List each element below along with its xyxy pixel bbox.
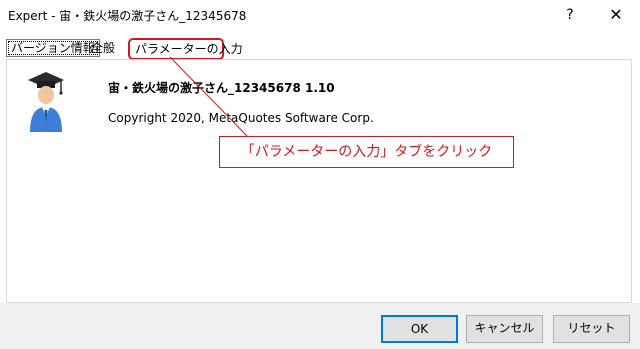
tab-general[interactable]: 全般: [88, 39, 118, 61]
ok-button[interactable]: OK: [381, 315, 458, 343]
help-button[interactable]: ?: [556, 3, 584, 27]
copyright-text: Copyright 2020, MetaQuotes Software Corp…: [108, 111, 374, 125]
graduate-avatar-icon: [28, 72, 64, 132]
close-button[interactable]: ✕: [598, 3, 634, 27]
title-bar: Expert - 宙・鉄火場の激子さん_12345678 ? ✕: [0, 0, 640, 30]
button-bar: OK キャンセル リセット: [0, 303, 640, 349]
cancel-button[interactable]: キャンセル: [466, 315, 543, 343]
tab-version-info[interactable]: バージョン情報: [6, 39, 100, 57]
reset-button[interactable]: リセット: [553, 315, 630, 343]
tab-strip: バージョン情報 全般 パラメーターの入力: [0, 36, 640, 60]
tab-input-parameters[interactable]: パラメーターの入力: [128, 38, 243, 60]
instruction-callout: 「パラメーターの入力」タブをクリック: [219, 136, 514, 168]
expert-name-version: 宙・鉄火場の激子さん_12345678 1.10: [108, 81, 335, 95]
expert-properties-dialog: Expert - 宙・鉄火場の激子さん_12345678 ? ✕ バージョン情報…: [0, 0, 640, 349]
window-title: Expert - 宙・鉄火場の激子さん_12345678: [8, 9, 247, 23]
